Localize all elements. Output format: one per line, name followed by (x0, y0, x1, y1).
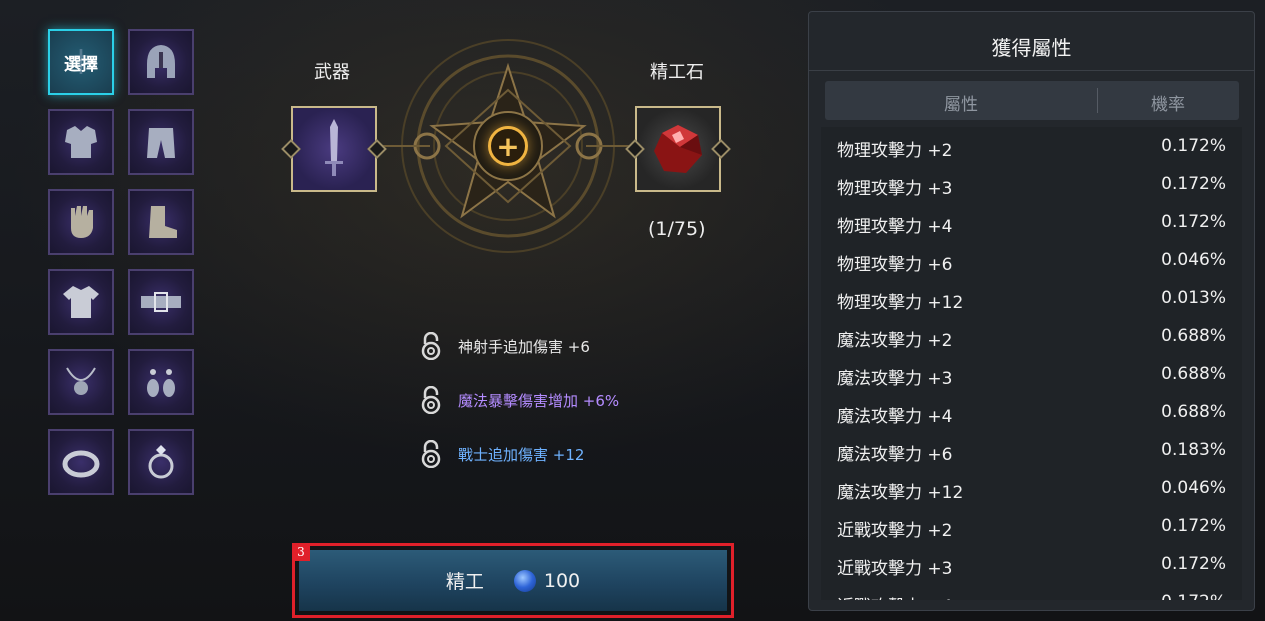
table-row: 魔法攻擊力 +3 0.688% (821, 355, 1242, 393)
bracelet-icon (62, 450, 100, 478)
attribute-name: 魔法攻擊力 +12 (837, 483, 964, 503)
option-line: 戰士追加傷害 +12 (420, 440, 584, 468)
stone-label: 精工石 (650, 62, 704, 83)
slot-helmet[interactable] (128, 29, 194, 95)
slot-pants[interactable] (128, 109, 194, 175)
attribute-rate: 0.172% (1161, 516, 1226, 536)
attribute-name: 近戰攻擊力 +2 (837, 521, 953, 541)
belt-icon (141, 292, 181, 312)
attribute-rate: 0.172% (1161, 554, 1226, 574)
slot-bracelet[interactable] (48, 429, 114, 495)
table-row: 近戰攻擊力 +4 0.172% (821, 583, 1242, 600)
gloves-icon (71, 206, 93, 238)
table-row: 近戰攻擊力 +3 0.172% (821, 545, 1242, 583)
attribute-name: 魔法攻擊力 +3 (837, 369, 953, 389)
blue-gem-icon (513, 569, 536, 592)
table-row: 物理攻擊力 +6 0.046% (821, 241, 1242, 279)
ring-icon (148, 445, 174, 479)
attribute-rate: 0.183% (1161, 440, 1226, 460)
slot-shirt[interactable] (48, 269, 114, 335)
option-line: 魔法暴擊傷害增加 +6% (420, 386, 619, 414)
shirt-icon (63, 286, 99, 318)
slot-ring[interactable] (128, 429, 194, 495)
option-text: 神射手追加傷害 +6 (458, 337, 590, 356)
refine-stone-icon (654, 125, 702, 173)
attribute-name: 物理攻擊力 +2 (837, 141, 953, 161)
table-row: 魔法攻擊力 +12 0.046% (821, 469, 1242, 507)
attribute-name: 近戰攻擊力 +3 (837, 559, 953, 579)
attribute-rate: 0.688% (1161, 326, 1226, 346)
attribute-rate: 0.172% (1161, 212, 1226, 232)
attribute-rate: 0.688% (1161, 402, 1226, 422)
refine-cost: 100 (543, 569, 581, 592)
connector-left (378, 145, 430, 147)
pants-icon (147, 128, 175, 158)
slot-armor[interactable] (48, 109, 114, 175)
necklace-icon (66, 367, 96, 395)
sword-icon (325, 119, 343, 176)
obtainable-attributes-panel: 獲得屬性 屬性 機率 物理攻擊力 +2 0.172% 物理攻擊力 +3 0.172%… (808, 11, 1255, 611)
attribute-rate: 0.046% (1161, 478, 1226, 498)
attribute-rate: 0.046% (1161, 250, 1226, 270)
table-row: 物理攻擊力 +12 0.013% (821, 279, 1242, 317)
helmet-icon (147, 45, 175, 78)
unlock-icon (421, 440, 441, 468)
attribute-name: 魔法攻擊力 +6 (837, 445, 953, 465)
unlock-icon (421, 332, 441, 360)
attribute-name: 物理攻擊力 +4 (837, 217, 953, 237)
armor-icon (65, 126, 97, 158)
attribute-name: 物理攻擊力 +6 (837, 255, 953, 275)
column-attribute: 屬性 (944, 95, 978, 115)
slot-belt[interactable] (128, 269, 194, 335)
panel-title: 獲得屬性 (991, 36, 1072, 60)
attribute-rate: 0.172% (1161, 136, 1226, 156)
divider (809, 70, 1254, 71)
attribute-list[interactable]: 物理攻擊力 +2 0.172% 物理攻擊力 +3 0.172% 物理攻擊力 +4 0.… (821, 127, 1242, 600)
table-row: 物理攻擊力 +4 0.172% (821, 203, 1242, 241)
weapon-slot[interactable] (291, 106, 377, 192)
table-row: 魔法攻擊力 +4 0.688% (821, 393, 1242, 431)
slot-boots[interactable] (128, 189, 194, 255)
slot-earrings[interactable] (128, 349, 194, 415)
weapon-label: 武器 (314, 62, 350, 83)
table-row: 魔法攻擊力 +6 0.183% (821, 431, 1242, 469)
option-text: 戰士追加傷害 +12 (458, 445, 585, 464)
unlock-icon (421, 386, 441, 414)
option-text: 魔法暴擊傷害增加 +6% (458, 391, 620, 410)
attribute-name: 物理攻擊力 +12 (837, 293, 964, 313)
attribute-rate: 0.172% (1161, 592, 1226, 600)
option-line: 神射手追加傷害 +6 (420, 332, 590, 360)
table-row: 近戰攻擊力 +2 0.172% (821, 507, 1242, 545)
attribute-rate: 0.013% (1161, 288, 1226, 308)
refine-label: 精工 (445, 571, 484, 593)
slot-select[interactable]: † 選擇 (48, 29, 114, 95)
boots-icon (149, 206, 177, 238)
select-label: 選擇 (64, 54, 98, 75)
attribute-rate: 0.172% (1161, 174, 1226, 194)
table-row: 物理攻擊力 +2 0.172% (821, 127, 1242, 165)
slot-gloves[interactable] (48, 189, 114, 255)
column-rate: 機率 (1151, 95, 1185, 115)
table-header: 屬性 機率 (825, 81, 1239, 120)
annotation-badge: 3 (292, 543, 310, 561)
refine-button-highlight: 精工 100 3 (292, 543, 734, 618)
table-row: 魔法攻擊力 +2 0.688% (821, 317, 1242, 355)
table-row: 物理攻擊力 +3 0.172% (821, 165, 1242, 203)
attribute-name: 物理攻擊力 +3 (837, 179, 953, 199)
earrings-icon (147, 369, 175, 397)
stone-slot[interactable] (635, 106, 721, 192)
attribute-name: 魔法攻擊力 +4 (837, 407, 953, 427)
attribute-name: 魔法攻擊力 +2 (837, 331, 953, 351)
plus-icon: + (496, 129, 520, 163)
stone-count: (1/75) (648, 218, 706, 240)
attribute-name: 近戰攻擊力 +4 (837, 592, 952, 600)
refine-button[interactable]: 精工 100 (299, 550, 727, 611)
slot-necklace[interactable] (48, 349, 114, 415)
attribute-rate: 0.688% (1161, 364, 1226, 384)
add-button[interactable]: + (488, 126, 528, 166)
